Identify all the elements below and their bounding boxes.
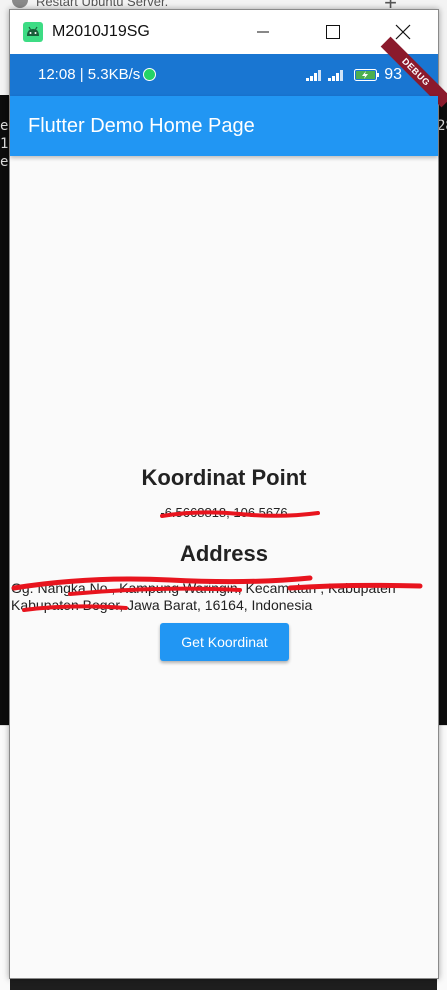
- signal-icon: [306, 70, 322, 81]
- background-tab-title: Restart Ubuntu Server.: [36, 0, 169, 9]
- minimize-icon: [257, 31, 269, 33]
- maximize-icon: [326, 25, 340, 39]
- whatsapp-icon: [143, 68, 157, 81]
- window-title: M2010J19SG: [52, 23, 150, 40]
- status-left: 12:08 | 5.3KB/s: [38, 66, 157, 83]
- minimize-button[interactable]: [228, 10, 298, 54]
- battery-charging-icon: [354, 69, 380, 81]
- device-mirror-window: M2010J19SG 12:08 | 5.3KB/s 93 DEBUG Flut…: [9, 9, 447, 979]
- signal-icon-2: [328, 70, 344, 81]
- android-status-bar: 12:08 | 5.3KB/s 93 DEBUG: [10, 36, 447, 108]
- status-right: 93: [306, 66, 402, 84]
- time-and-speed: 12:08 | 5.3KB/s: [38, 66, 141, 83]
- coordinate-heading: Koordinat Point: [141, 465, 307, 490]
- android-icon: [23, 22, 43, 42]
- window-controls: [228, 10, 438, 54]
- battery-percent: 93: [384, 66, 402, 83]
- get-coordinate-button[interactable]: Get Koordinat: [160, 623, 289, 661]
- address-value: Gg. Nangka No., Kampung Waringin, Kecama…: [11, 580, 396, 613]
- maximize-button[interactable]: [298, 10, 368, 54]
- close-button[interactable]: [368, 10, 438, 54]
- window-titlebar[interactable]: M2010J19SG: [10, 10, 438, 54]
- app-title: Flutter Demo Home Page: [28, 114, 255, 137]
- app-bar: Flutter Demo Home Page: [10, 96, 438, 156]
- address-heading: Address: [179, 541, 269, 566]
- coordinate-value: -6.5668818, 106.5676: [160, 505, 288, 520]
- close-icon: [395, 24, 411, 40]
- openai-icon: [12, 0, 28, 8]
- page-body: Koordinat Point -6.5668818, 106.5676 Add…: [10, 157, 438, 978]
